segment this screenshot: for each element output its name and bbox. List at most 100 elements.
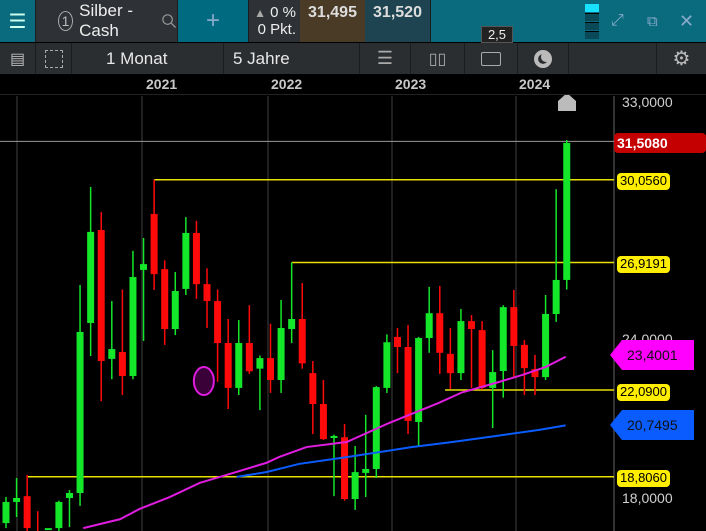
bid-price: 31,495 — [308, 4, 357, 21]
candle-down — [192, 232, 200, 285]
sliders-icon: ☰ — [376, 48, 394, 68]
plus-icon: + — [205, 7, 220, 34]
ma1-tag: 23,4001 — [610, 340, 694, 370]
candle-down — [319, 404, 327, 440]
level-tag: 30,0560 — [617, 173, 670, 190]
candle-down — [309, 373, 317, 405]
candle-up — [563, 142, 571, 280]
candle-down — [510, 307, 518, 346]
year-label: 2024 — [519, 76, 551, 92]
change-points: 0 Pkt. — [257, 21, 296, 38]
symbol-number-badge: 1 — [58, 11, 74, 31]
candle-down — [118, 352, 126, 377]
ma2-tag: 20,7495 — [610, 410, 694, 440]
layout-indicator[interactable] — [585, 3, 599, 40]
list-icon: ▤ — [9, 50, 26, 68]
range-select[interactable]: 5 Jahre — [224, 43, 359, 74]
change-percent: 0 % — [270, 4, 296, 21]
candlestick-icon: ▯▯ — [428, 50, 447, 68]
toolbar-spacer — [569, 43, 656, 74]
add-button[interactable]: + — [178, 0, 248, 42]
candle-up — [2, 501, 10, 524]
change-display: ▲ 0 % 0 Pkt. — [249, 0, 300, 42]
menu-button[interactable]: ☰ — [0, 0, 35, 42]
candle-up — [65, 492, 73, 498]
expand-icon[interactable]: ⤢ — [611, 12, 624, 30]
candle-up — [425, 313, 433, 339]
candle-down — [267, 358, 274, 380]
bid-button[interactable]: 31,495 — [300, 0, 365, 42]
ask-price: 31,520 — [373, 4, 422, 21]
search-icon[interactable] — [161, 10, 177, 32]
candle-down — [393, 336, 401, 347]
candle-down — [161, 269, 169, 330]
candle-up — [55, 501, 63, 529]
gear-icon: ⚙ — [672, 48, 691, 70]
candle-down — [468, 321, 476, 330]
candle-up — [13, 498, 21, 502]
candle-down — [446, 353, 454, 374]
ask-button[interactable]: 31,520 — [365, 0, 430, 42]
close-icon[interactable]: ✕ — [679, 11, 694, 32]
popout-icon[interactable]: ⧉ — [647, 13, 658, 30]
candle-down — [150, 213, 158, 275]
grid-layout-icon — [44, 49, 63, 68]
axis-label: 33,0000 — [622, 94, 673, 110]
candle-down — [341, 437, 349, 500]
candle-down — [203, 284, 211, 302]
layout-button[interactable] — [36, 43, 71, 74]
candle-up — [76, 331, 84, 493]
list-button[interactable]: ▤ — [0, 43, 35, 74]
candle-up — [552, 279, 560, 314]
candle-up — [87, 231, 95, 323]
visibility-button[interactable] — [518, 43, 568, 74]
candle-up — [362, 468, 370, 473]
hamburger-icon: ☰ — [8, 10, 27, 33]
top-bar: ☰ 1 Silber - Cash + ▲ 0 % 0 Pkt. 31,495 … — [0, 0, 706, 43]
candle-down — [404, 346, 412, 421]
candle-up — [182, 232, 190, 289]
candle-down — [436, 313, 444, 353]
spread-tooltip: 2,5 — [481, 26, 513, 43]
chart-type-button[interactable]: ▯▯ — [411, 43, 464, 74]
chart-toolbar: ▤ 1 Monat 5 Jahre ☰ ▯▯ ⚙ — [0, 43, 706, 74]
symbol-selector[interactable]: 1 Silber - Cash — [36, 0, 177, 42]
settings-sliders-button[interactable]: ☰ — [360, 43, 410, 74]
candle-up — [140, 264, 148, 270]
candle-up — [330, 435, 338, 438]
speech-bubble-icon — [481, 51, 501, 66]
candle-up — [383, 342, 391, 388]
year-label: 2022 — [271, 76, 303, 92]
candle-down — [298, 319, 306, 364]
level-tag: 26,9191 — [617, 256, 670, 273]
window-controls: ⤢ ⧉ ✕ — [431, 0, 706, 42]
range-label: 5 Jahre — [233, 48, 290, 68]
candle-down — [520, 344, 528, 369]
level-tag: 22,0900 — [617, 384, 670, 401]
eye-icon — [534, 49, 552, 68]
interval-select[interactable]: 1 Monat — [72, 43, 223, 74]
candle-up — [351, 472, 359, 500]
candle-down — [23, 496, 31, 529]
candle-up — [457, 321, 465, 374]
candle-up — [256, 358, 264, 369]
symbol-name: Silber - Cash — [79, 1, 134, 40]
settings-button[interactable]: ⚙ — [657, 43, 706, 74]
up-triangle-icon: ▲ — [254, 6, 266, 20]
event-marker — [192, 366, 215, 397]
year-label: 2023 — [395, 76, 427, 92]
candle-up — [499, 307, 507, 372]
candle-down — [245, 343, 253, 372]
candle-down — [224, 343, 232, 388]
last-price-tag: 31,5080 — [614, 133, 706, 153]
comment-button[interactable] — [465, 43, 517, 74]
candle-down — [214, 301, 222, 344]
candle-up — [108, 349, 116, 359]
candle-up — [277, 327, 285, 380]
axis-label: 18,0000 — [622, 490, 673, 506]
level-tag: 18,8060 — [617, 470, 670, 487]
year-label: 2021 — [146, 76, 178, 92]
price-chart[interactable] — [0, 95, 706, 531]
candle-down — [97, 230, 105, 361]
candle-up — [129, 277, 137, 377]
